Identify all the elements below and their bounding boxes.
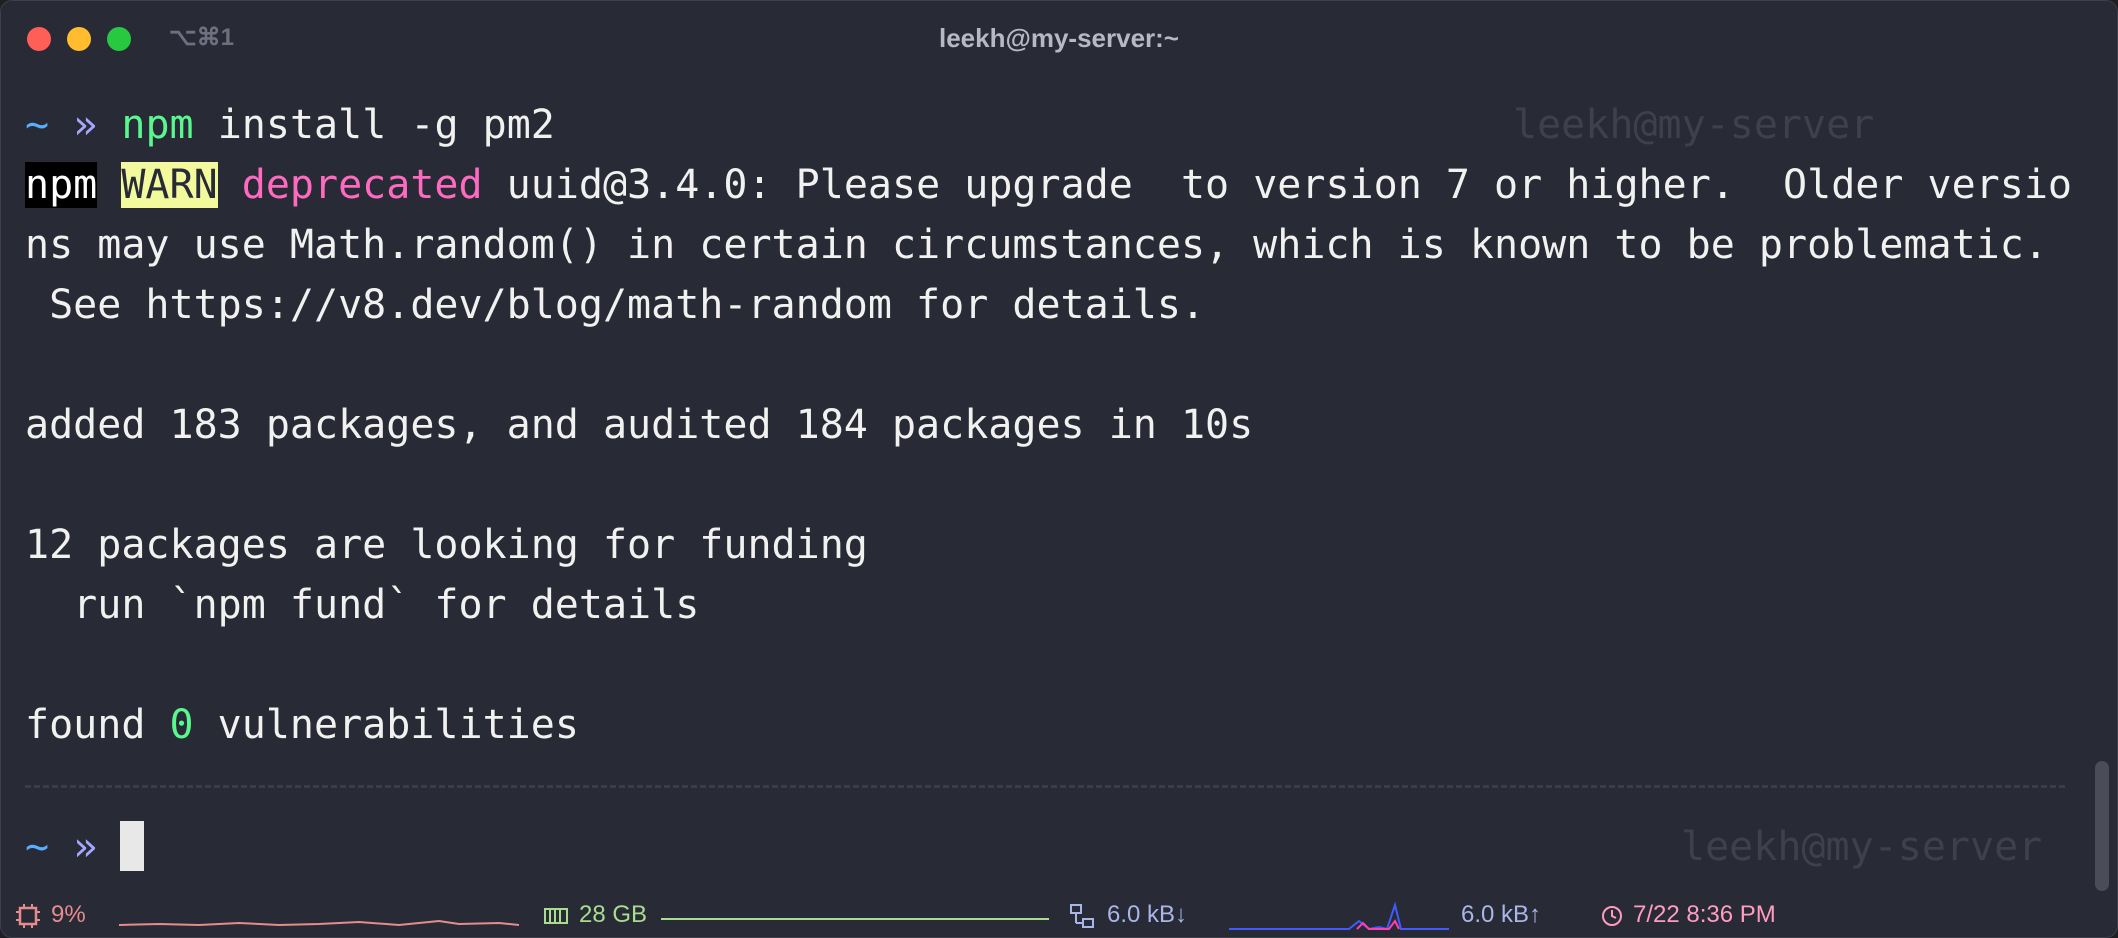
title-bar[interactable]: ⌥⌘1 leekh@my-server:~ (1, 1, 2117, 77)
output-line: 12 packages are looking for funding (25, 522, 868, 568)
network-icon (1070, 904, 1094, 928)
output-line: run `npm fund` for details (25, 582, 700, 628)
terminal-output[interactable]: ~ » npm install -g pm2 leekh@my-server n… (1, 77, 2072, 887)
output-line: ns may use Math.random() in certain circ… (25, 222, 2048, 268)
right-prompt-host: leekh@my-server (1513, 102, 1875, 148)
command-args: install -g pm2 (193, 102, 555, 148)
scrollbar[interactable] (2095, 761, 2109, 891)
prompt-arrow: » (73, 824, 98, 870)
status-bar: 9% 28 GB 6.0 kB↓ 6.0 kB↑ 7/22 8:36 PM (1, 891, 2117, 937)
warn-line: npm WARN deprecated uuid@3.4.0: Please u… (25, 155, 2072, 215)
right-prompt-host: leekh@my-server (1681, 824, 2043, 870)
prompt-arrow: » (73, 102, 98, 148)
memory-graph (661, 918, 1049, 920)
active-prompt: ~ » (25, 817, 97, 877)
output-line: See https://v8.dev/blog/math-random for … (25, 282, 1206, 328)
cpu-icon (16, 904, 40, 928)
network-upload: 6.0 kB↑ (1461, 901, 1542, 928)
network-graph (1229, 901, 1449, 931)
network-download: 6.0 kB↓ (1107, 901, 1188, 928)
warn-message: uuid@3.4.0: Please upgrade to version 7 … (482, 162, 2073, 208)
memory-icon (544, 908, 568, 924)
output-line: added 183 packages, and audited 184 pack… (25, 402, 1254, 448)
command-npm: npm (121, 102, 194, 148)
cpu-usage: 9% (51, 901, 86, 928)
text-cursor[interactable] (120, 821, 144, 871)
prompt-separator (25, 785, 2065, 788)
clock-icon (1602, 906, 1622, 926)
date-time: 7/22 8:36 PM (1633, 901, 1776, 928)
vulnerabilities-line: found 0 vulnerabilities (25, 695, 579, 755)
warn-badge: WARN (121, 162, 218, 208)
prompt-tilde: ~ (25, 102, 50, 148)
found-prefix: found (25, 702, 170, 748)
terminal-window: ⌥⌘1 leekh@my-server:~ ~ » npm install -g… (0, 0, 2118, 938)
memory-usage: 28 GB (579, 901, 648, 928)
found-suffix: vulnerabilities (193, 702, 579, 748)
deprecated-label: deprecated (241, 162, 483, 208)
command-line: ~ » npm install -g pm2 (25, 95, 555, 155)
window-title: leekh@my-server:~ (939, 23, 1179, 53)
npm-badge: npm (25, 162, 98, 208)
prompt-tilde: ~ (25, 824, 50, 870)
vulnerability-count: 0 (169, 702, 194, 748)
cpu-graph (119, 919, 519, 927)
